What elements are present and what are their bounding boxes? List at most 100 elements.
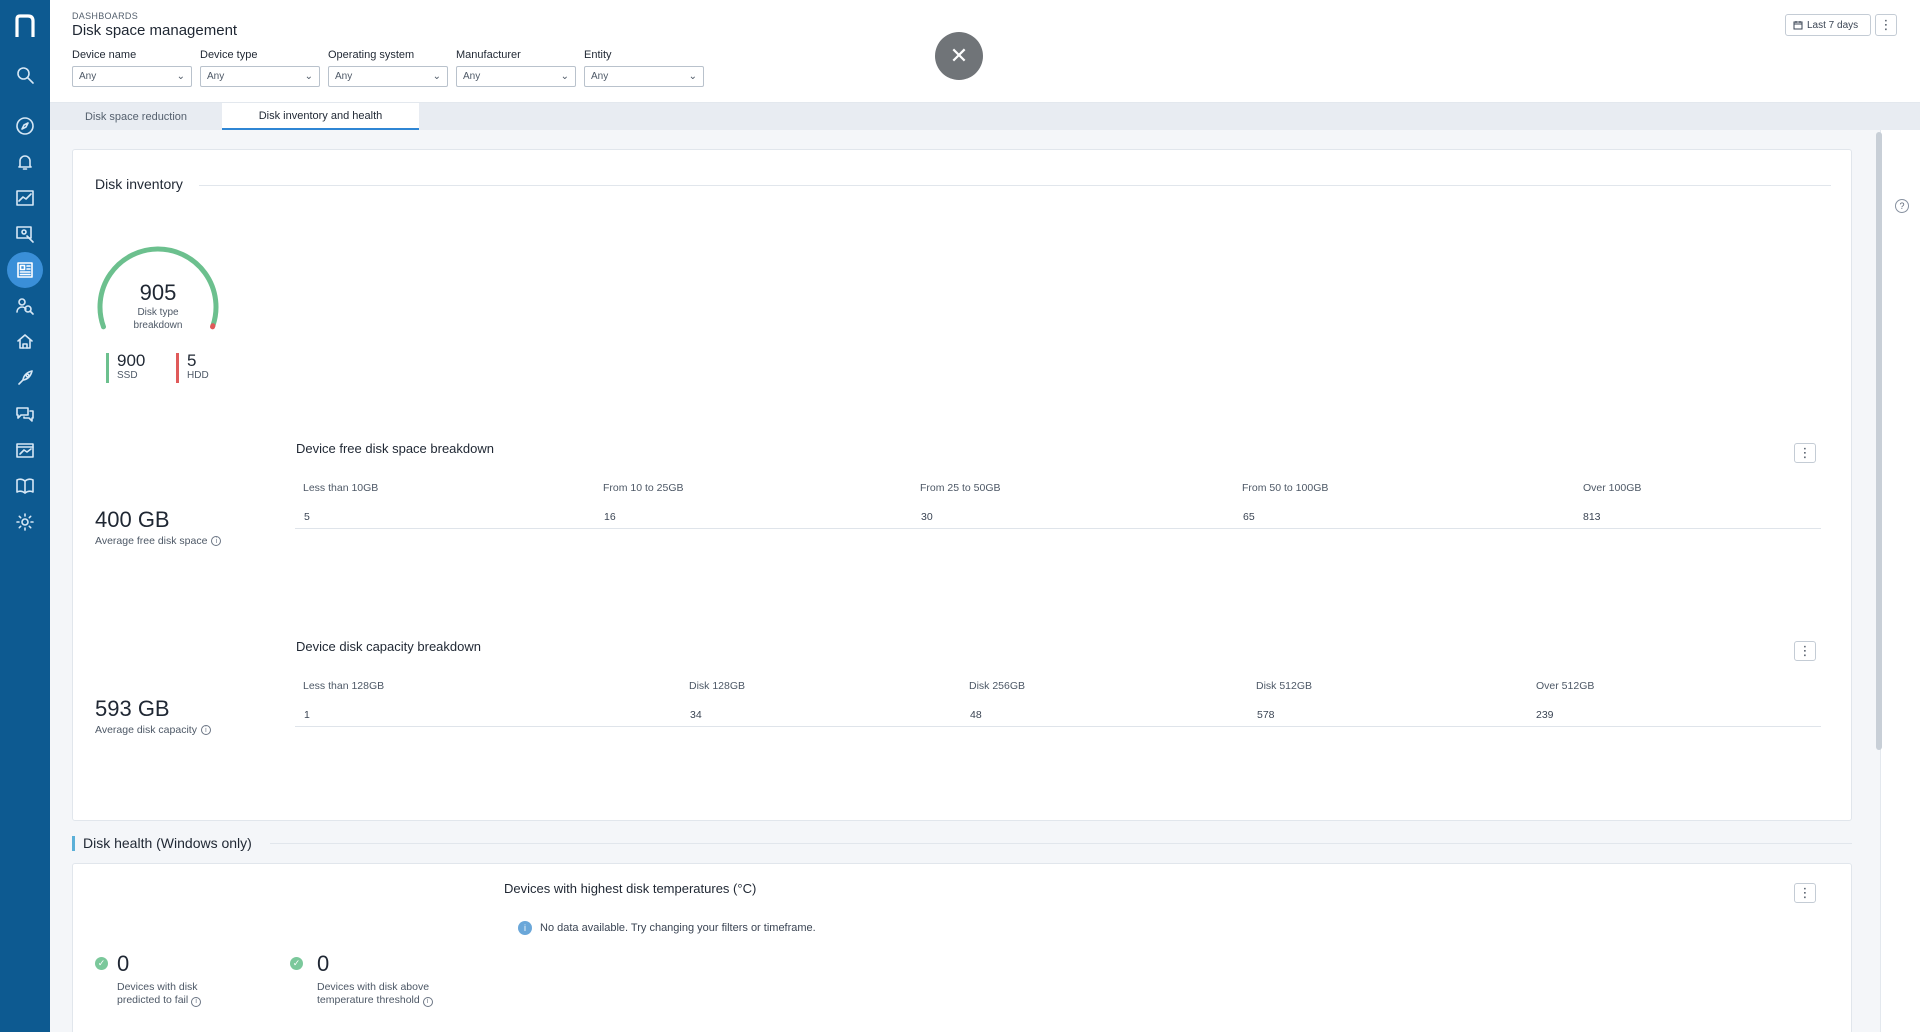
- table-header: Over 100GB: [1583, 482, 1642, 494]
- info-icon[interactable]: i: [211, 536, 222, 546]
- dashboards-icon[interactable]: [7, 252, 43, 288]
- search-icon[interactable]: [12, 62, 38, 88]
- table-header: Less than 10GB: [303, 482, 379, 494]
- table-header: From 10 to 25GB: [603, 482, 684, 494]
- temp-threshold-count: 0: [317, 951, 330, 976]
- select-value: Any: [463, 71, 481, 82]
- filter-label: Manufacturer: [456, 49, 521, 61]
- avg-capacity-label-row: Average disk capacity i: [95, 724, 211, 736]
- ssd-legend-bar: [106, 353, 109, 383]
- table-header: Less than 128GB: [303, 680, 385, 692]
- kpi-label-line: Devices with disk: [117, 981, 198, 993]
- filter-device-type: Device type Any ⌄: [200, 49, 320, 87]
- chart-icon[interactable]: [12, 185, 38, 211]
- device-name-select[interactable]: Any ⌄: [72, 66, 192, 87]
- divider: [199, 185, 1831, 186]
- tab-disk-space-reduction[interactable]: Disk space reduction: [50, 103, 222, 130]
- select-value: Any: [207, 71, 225, 82]
- predicted-fail-label: Devices with disk predicted to fail i: [117, 981, 202, 1007]
- select-value: Any: [591, 71, 609, 82]
- main-content: Disk inventory 905 Disk type breakdown 9…: [50, 130, 1882, 1032]
- gauge-label-line1: Disk type: [137, 307, 179, 318]
- avg-free-space-label: Average free disk space: [95, 535, 208, 547]
- kpi-label-line-2: temperature threshold i: [317, 994, 433, 1007]
- reports-icon[interactable]: [12, 437, 38, 463]
- info-icon[interactable]: i: [422, 996, 433, 1007]
- chevron-down-icon: ⌄: [560, 71, 569, 82]
- kpi-label-text: predicted to fail: [117, 994, 189, 1006]
- tab-disk-inventory-health[interactable]: Disk inventory and health: [222, 103, 419, 130]
- nexthink-logo[interactable]: [13, 13, 37, 39]
- compass-icon[interactable]: [12, 113, 38, 139]
- predicted-fail-count: 0: [117, 951, 130, 976]
- investigate-icon[interactable]: [12, 221, 38, 247]
- ssd-count: 900: [117, 351, 146, 370]
- table-cell[interactable]: 1: [304, 709, 310, 721]
- kpi-label-text: temperature threshold: [317, 994, 420, 1006]
- table-cell[interactable]: 48: [970, 709, 982, 721]
- hdd-legend-bar: [176, 353, 179, 383]
- library-icon[interactable]: [12, 473, 38, 499]
- close-button[interactable]: ✕: [935, 32, 983, 80]
- more-options-button[interactable]: ⋮: [1875, 14, 1897, 36]
- table-row-divider: [295, 726, 1821, 727]
- dashboard-header: DASHBOARDS Disk space management Device …: [50, 0, 1920, 103]
- disk-health-card: ✓ 0 Devices with disk predicted to fail …: [72, 863, 1852, 1032]
- gauge-label: Disk type breakdown: [119, 306, 197, 332]
- temp-threshold-label: Devices with disk above temperature thre…: [317, 981, 433, 1007]
- table-cell[interactable]: 30: [921, 511, 933, 523]
- avg-capacity-label: Average disk capacity: [95, 724, 197, 736]
- filter-device-name: Device name Any ⌄: [72, 49, 192, 87]
- table-cell[interactable]: 813: [1583, 511, 1601, 523]
- breadcrumb[interactable]: DASHBOARDS: [72, 11, 138, 21]
- table-cell[interactable]: 239: [1536, 709, 1554, 721]
- operating-system-select[interactable]: Any ⌄: [328, 66, 448, 87]
- bell-icon[interactable]: [12, 149, 38, 175]
- filter-entity: Entity Any ⌄: [584, 49, 704, 87]
- chevron-down-icon: ⌄: [432, 71, 441, 82]
- check-icon: ✓: [290, 957, 303, 970]
- entity-select[interactable]: Any ⌄: [584, 66, 704, 87]
- filter-label: Operating system: [328, 49, 415, 61]
- hdd-count: 5: [187, 351, 197, 370]
- timeframe-button[interactable]: Last 7 days: [1785, 14, 1871, 36]
- section-title: Disk inventory: [95, 176, 183, 192]
- check-icon: ✓: [95, 957, 108, 970]
- free-space-more-button[interactable]: ⋮: [1794, 443, 1816, 463]
- select-value: Any: [335, 71, 353, 82]
- manufacturer-select[interactable]: Any ⌄: [456, 66, 576, 87]
- table-cell[interactable]: 578: [1257, 709, 1275, 721]
- avg-free-space-label-row: Average free disk space i: [95, 535, 222, 547]
- gear-icon[interactable]: [12, 509, 38, 535]
- tab-bar: Disk space reduction Disk inventory and …: [50, 103, 1920, 130]
- section-accent-bar: [72, 836, 75, 851]
- select-value: Any: [79, 71, 97, 82]
- device-type-select[interactable]: Any ⌄: [200, 66, 320, 87]
- chat-icon[interactable]: [12, 401, 38, 427]
- table-cell[interactable]: 5: [304, 511, 310, 523]
- capacity-more-button[interactable]: ⋮: [1794, 641, 1816, 661]
- ssd-label: SSD: [117, 370, 138, 381]
- section-title: Disk health (Windows only): [83, 835, 252, 851]
- filter-label: Device type: [200, 49, 258, 61]
- temperature-more-button[interactable]: ⋮: [1794, 883, 1816, 903]
- users-search-icon[interactable]: [12, 293, 38, 319]
- scrollbar[interactable]: [1876, 132, 1882, 750]
- info-icon[interactable]: i: [200, 725, 211, 735]
- remote-actions-icon[interactable]: [12, 329, 38, 355]
- right-panel: [1880, 130, 1920, 1032]
- timeframe-label: Last 7 days: [1807, 19, 1859, 31]
- rocket-icon[interactable]: [12, 365, 38, 391]
- free-space-table-title: Device free disk space breakdown: [296, 441, 494, 456]
- calendar-icon: [1793, 21, 1803, 30]
- kpi-label-line-2: predicted to fail i: [117, 994, 202, 1007]
- table-header: Disk 512GB: [1256, 680, 1313, 692]
- table-header: Over 512GB: [1536, 680, 1595, 692]
- table-cell[interactable]: 16: [604, 511, 616, 523]
- table-cell[interactable]: 65: [1243, 511, 1255, 523]
- help-icon[interactable]: ?: [1895, 199, 1909, 213]
- no-data-text: No data available. Try changing your fil…: [540, 922, 816, 934]
- capacity-table-title: Device disk capacity breakdown: [296, 639, 481, 654]
- table-cell[interactable]: 34: [690, 709, 702, 721]
- info-icon[interactable]: i: [191, 996, 202, 1007]
